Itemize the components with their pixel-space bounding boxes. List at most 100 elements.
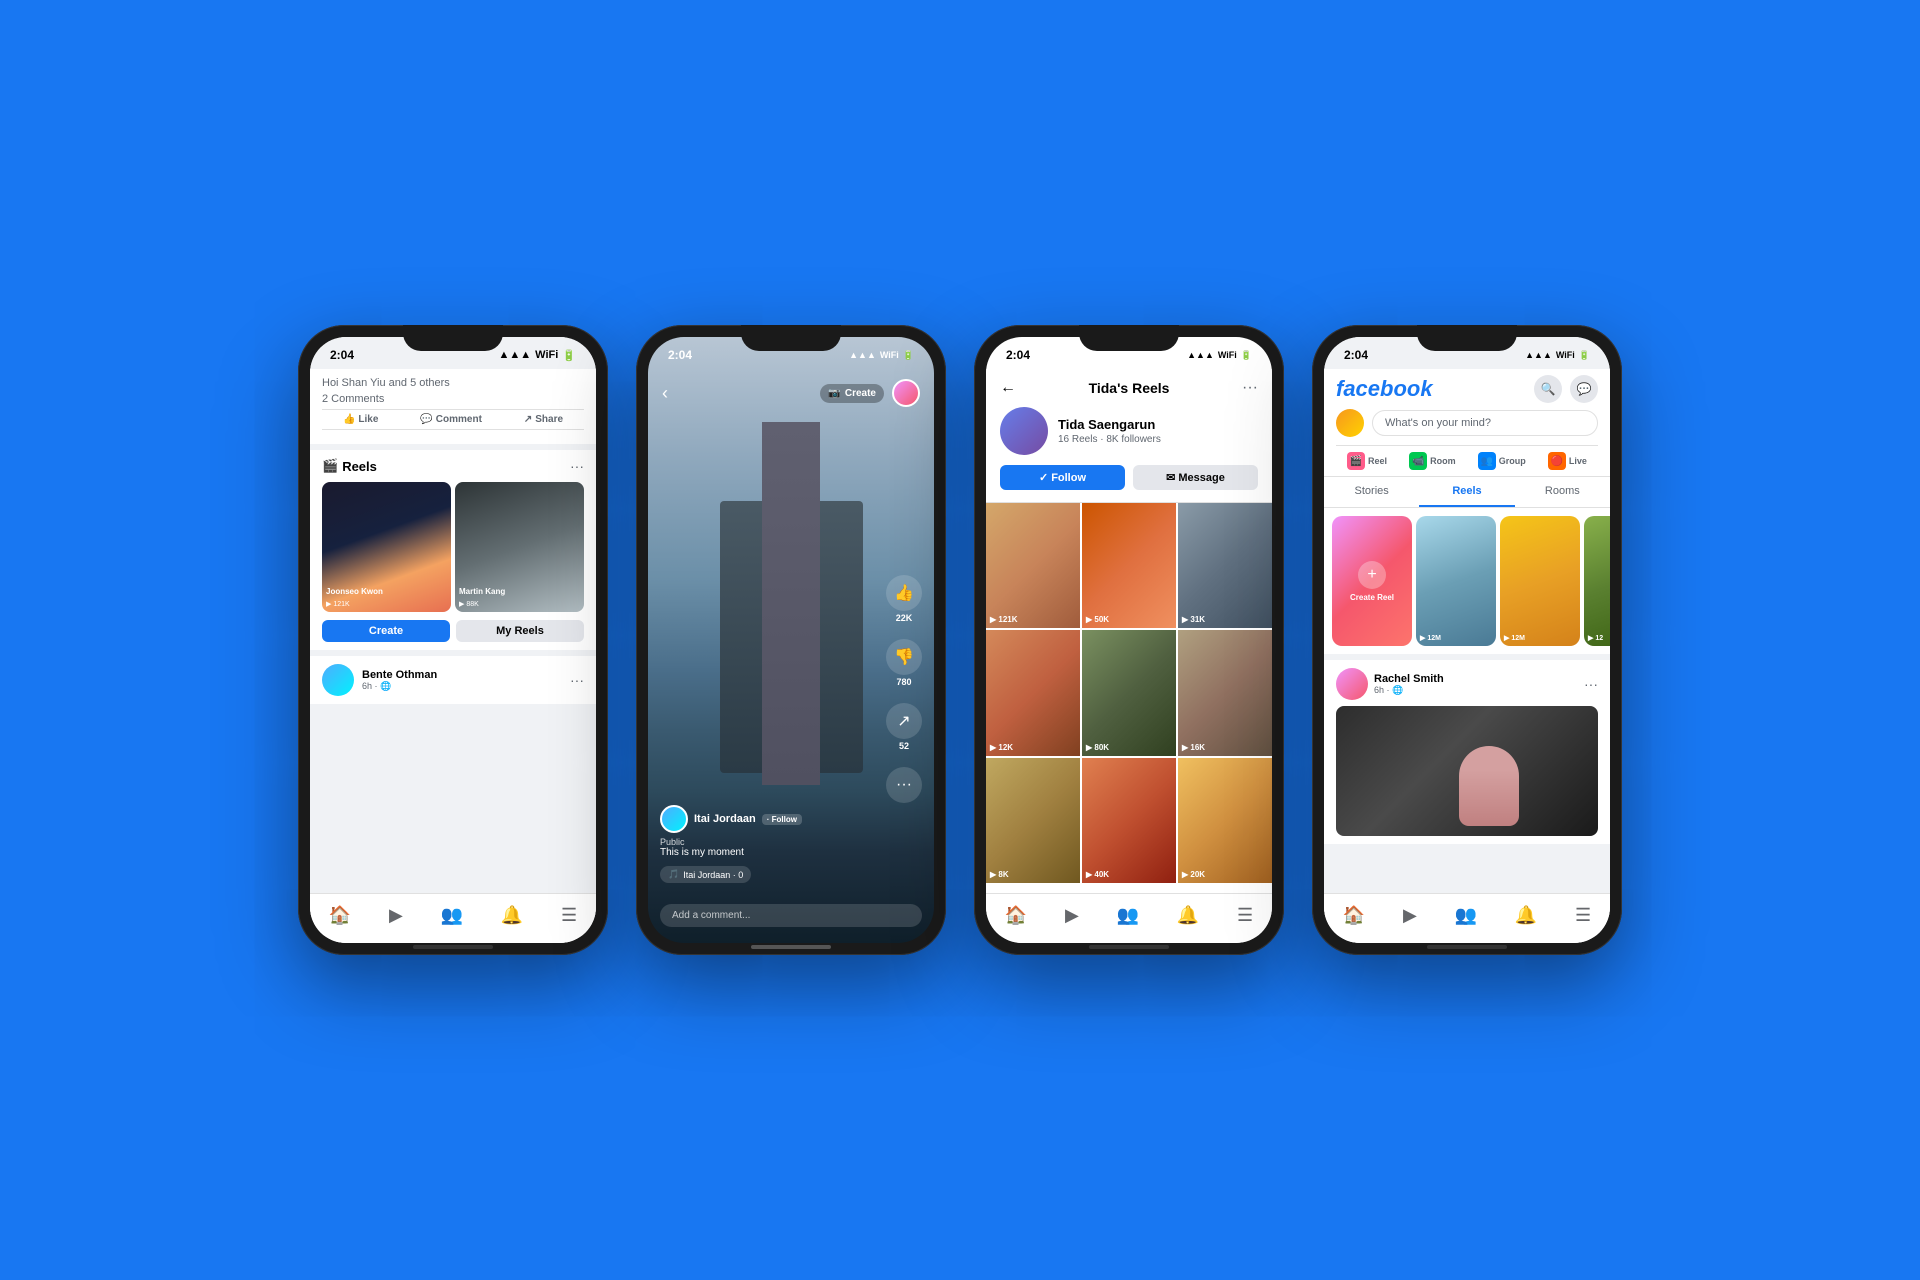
- signal-icon-4: ▲▲▲: [1525, 350, 1552, 360]
- video-caption: This is my moment: [660, 847, 872, 858]
- reel-cell-9[interactable]: ▶ 20K: [1178, 758, 1272, 883]
- menu-nav-icon-3[interactable]: ☰: [1237, 905, 1253, 926]
- reel-thumb-1[interactable]: Joonseo Kwon ▶ 121K: [322, 482, 451, 612]
- reels-title-1: 🎬 Reels: [322, 458, 377, 474]
- friends-nav-icon-4[interactable]: 👥: [1455, 905, 1477, 926]
- reels-buttons-1: Create My Reels: [322, 620, 584, 642]
- notch-1: [403, 325, 503, 351]
- home-nav-icon-4[interactable]: 🏠: [1343, 905, 1365, 926]
- menu-nav-icon-1[interactable]: ☰: [561, 905, 577, 926]
- reel-qa-icon: 🎬: [1347, 452, 1365, 470]
- rooms-tab[interactable]: Rooms: [1515, 477, 1610, 507]
- rachel-user: Rachel Smith 6h · 🌐: [1336, 668, 1444, 700]
- create-reels-btn[interactable]: Create: [322, 620, 450, 642]
- dislike-count: 780: [896, 677, 911, 687]
- reels-tab[interactable]: Reels: [1419, 477, 1514, 507]
- home-nav-icon-1[interactable]: 🏠: [329, 905, 351, 926]
- rachel-header: Rachel Smith 6h · 🌐 ···: [1336, 668, 1598, 700]
- music-icon: 🎵: [668, 869, 679, 880]
- reel-thumb4-3[interactable]: ▶ 12: [1584, 516, 1610, 646]
- dislike-action[interactable]: 👎 780: [886, 639, 922, 687]
- reel-cell-5[interactable]: ▶ 80K: [1082, 630, 1176, 755]
- phones-container: 2:04 ▲▲▲ WiFi 🔋 Hoi Shan Yiu and 5 other…: [258, 265, 1662, 1015]
- reel-cell-3[interactable]: ▶ 31K: [1178, 503, 1272, 628]
- follow-tag[interactable]: · Follow: [762, 814, 802, 825]
- video-tag[interactable]: 🎵 Itai Jordaan · 0: [660, 866, 751, 883]
- create-btn-2[interactable]: 📷 Create: [820, 384, 884, 403]
- search-btn-4[interactable]: 🔍: [1534, 375, 1562, 403]
- share-action[interactable]: ↗ 52: [886, 703, 922, 751]
- reel-thumb-2[interactable]: Martin Kang ▶ 88K: [455, 482, 584, 612]
- home-nav-icon-3[interactable]: 🏠: [1005, 905, 1027, 926]
- my-reels-btn[interactable]: My Reels: [456, 620, 584, 642]
- status-icons-4: ▲▲▲ WiFi 🔋: [1525, 350, 1590, 361]
- notch-4: [1417, 325, 1517, 351]
- back-btn-3[interactable]: ←: [1000, 379, 1016, 397]
- phone-3: 2:04 ▲▲▲ WiFi 🔋 ← Tida's Reels ···: [974, 325, 1284, 955]
- reel-thumb4-2[interactable]: ▶ 12M: [1500, 516, 1580, 646]
- friends-nav-icon-3[interactable]: 👥: [1117, 905, 1139, 926]
- bell-nav-icon-4[interactable]: 🔔: [1515, 905, 1537, 926]
- notch-3: [1079, 325, 1179, 351]
- comment-icon: 💬: [420, 414, 432, 425]
- more-icon-3[interactable]: ···: [1242, 379, 1258, 397]
- video-nav-icon-1[interactable]: ▶: [389, 905, 403, 926]
- profile-user-name-3: Tida Saengarun: [1058, 417, 1161, 432]
- rachel-video-thumb[interactable]: [1336, 706, 1598, 836]
- time-2: 2:04: [668, 348, 692, 362]
- message-btn-3[interactable]: ✉ Message: [1133, 465, 1258, 490]
- post-more-icon[interactable]: ···: [570, 672, 584, 688]
- create-reel-thumb-4[interactable]: + Create Reel: [1332, 516, 1412, 646]
- reel-name-2: Martin Kang: [459, 587, 505, 596]
- reel-cell-7[interactable]: ▶ 8K: [986, 758, 1080, 883]
- create-reel-circle: +: [1358, 561, 1386, 589]
- reel-thumb4-1[interactable]: ▶ 12M: [1416, 516, 1496, 646]
- reels-header-1: 🎬 Reels ···: [322, 458, 584, 474]
- room-quick-action[interactable]: 📹 Room: [1409, 452, 1456, 470]
- like-action[interactable]: 👍 22K: [886, 575, 922, 623]
- time-3: 2:04: [1006, 348, 1030, 362]
- back-btn-2[interactable]: ‹: [662, 383, 668, 404]
- reels-more-icon[interactable]: ···: [570, 458, 584, 474]
- group-quick-action[interactable]: 👥 Group: [1478, 452, 1526, 470]
- signal-icon-3: ▲▲▲: [1187, 350, 1214, 360]
- reels-grid-3: ▶ 121K ▶ 50K ▶ 31K: [986, 503, 1272, 883]
- reel-quick-action[interactable]: 🎬 Reel: [1347, 452, 1387, 470]
- profile-thumb-2[interactable]: [892, 379, 920, 407]
- battery-icon-3: 🔋: [1241, 350, 1252, 361]
- video-side-actions: 👍 22K 👎 780 ↗ 52 ···: [886, 575, 922, 803]
- video-nav-icon-3[interactable]: ▶: [1065, 905, 1079, 926]
- status-bar-2: 2:04 ▲▲▲ WiFi 🔋: [648, 337, 934, 369]
- share-btn[interactable]: ↗ Share: [524, 414, 563, 425]
- friends-nav-icon-1[interactable]: 👥: [441, 905, 463, 926]
- user-post-preview-1: Bente Othman 6h · 🌐 ···: [310, 656, 596, 704]
- rachel-more-icon[interactable]: ···: [1584, 676, 1598, 692]
- video-nav-icon-4[interactable]: ▶: [1403, 905, 1417, 926]
- whats-input-4[interactable]: What's on your mind?: [1372, 410, 1598, 436]
- reel-cell-8[interactable]: ▶ 40K: [1082, 758, 1176, 883]
- post-actions: 👍 Like 💬 Comment ↗ Share: [322, 409, 584, 430]
- battery-icon-1: 🔋: [562, 349, 576, 362]
- bell-nav-icon-1[interactable]: 🔔: [501, 905, 523, 926]
- live-quick-action[interactable]: 🔴 Live: [1548, 452, 1587, 470]
- reel-cell-6[interactable]: ▶ 16K: [1178, 630, 1272, 755]
- reels-section-1: 🎬 Reels ··· Joonseo Kwon ▶ 121K Martin K…: [310, 450, 596, 650]
- reel-cell-1[interactable]: ▶ 121K: [986, 503, 1080, 628]
- reel-cell-4[interactable]: ▶ 12K: [986, 630, 1080, 755]
- stories-tab[interactable]: Stories: [1324, 477, 1419, 507]
- more-action[interactable]: ···: [886, 767, 922, 803]
- reel-cell-2[interactable]: ▶ 50K: [1082, 503, 1176, 628]
- messenger-btn-4[interactable]: 💬: [1570, 375, 1598, 403]
- comment-btn[interactable]: 💬 Comment: [420, 414, 482, 425]
- video-user-line: Itai Jordaan · Follow: [660, 805, 872, 833]
- video-bottom-info: Itai Jordaan · Follow Public This is my …: [648, 805, 884, 883]
- bell-nav-icon-3[interactable]: 🔔: [1177, 905, 1199, 926]
- like-btn[interactable]: 👍 Like: [343, 414, 378, 425]
- battery-icon-4: 🔋: [1579, 350, 1590, 361]
- fb-header-top-4: facebook 🔍 💬: [1336, 375, 1598, 403]
- comment-bar-2[interactable]: Add a comment...: [660, 904, 922, 927]
- follow-btn-3[interactable]: ✓ Follow: [1000, 465, 1125, 490]
- dislike-icon: 👎: [886, 639, 922, 675]
- reel-cell-count-7: ▶ 8K: [990, 870, 1009, 879]
- menu-nav-icon-4[interactable]: ☰: [1575, 905, 1591, 926]
